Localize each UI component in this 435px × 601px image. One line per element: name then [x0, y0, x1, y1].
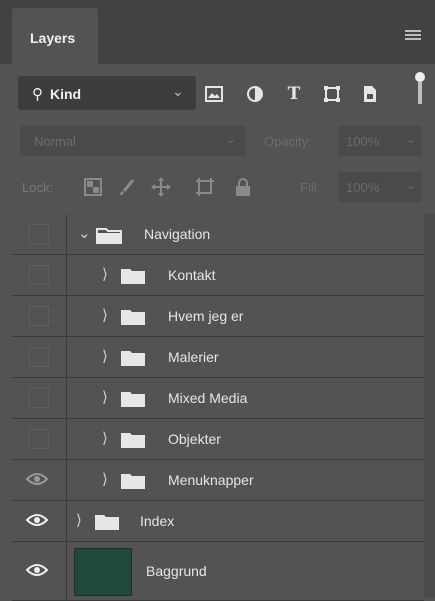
chevron-right-icon[interactable]: ⟩ [102, 470, 108, 488]
visibility-off-box [29, 306, 49, 326]
chevron-right-icon[interactable]: ⟩ [102, 265, 108, 283]
chevron-right-icon[interactable]: ⟩ [102, 306, 108, 324]
layer-row[interactable]: ⟩ Mixed Media [12, 378, 424, 419]
folder-icon [120, 349, 146, 367]
layer-row[interactable]: ⟩ Kontakt [12, 255, 424, 296]
layer-name: Index [140, 513, 175, 529]
lock-image-pixels-icon[interactable] [116, 176, 138, 198]
chevron-right-icon[interactable]: ⟩ [102, 429, 108, 447]
blend-mode-select[interactable]: Normal ⌄ [20, 126, 246, 156]
fill-value: 100% [346, 180, 380, 195]
layer-row[interactable]: ⌄ Navigation [12, 214, 424, 255]
lock-row: Lock: Fill: 100% ⌄ [0, 166, 435, 210]
opacity-label: Opacity: [264, 134, 312, 149]
type-filter-icon[interactable]: T [284, 84, 304, 104]
visibility-off-box [29, 429, 49, 449]
panel-menu-icon[interactable] [405, 30, 421, 40]
chevron-down-icon: ⌄ [405, 178, 416, 192]
eye-icon [26, 472, 48, 486]
lock-all-icon[interactable] [232, 176, 254, 198]
visibility-toggle[interactable] [12, 419, 67, 459]
tab-layers[interactable]: Layers [12, 8, 98, 64]
layer-name: Mixed Media [168, 390, 248, 406]
visibility-toggle[interactable] [12, 378, 67, 418]
eye-icon [26, 513, 48, 527]
eye-icon [26, 563, 48, 577]
visibility-toggle[interactable] [12, 460, 67, 500]
folder-icon [120, 472, 146, 490]
layer-filter-row: ⚲ Kind ⌄ T [12, 72, 435, 114]
layer-name: Menuknapper [168, 472, 254, 488]
fill-field[interactable]: 100% ⌄ [338, 172, 422, 202]
type-filter-glyph: T [287, 84, 301, 104]
lock-position-icon[interactable] [150, 176, 172, 198]
adjustment-filter-icon[interactable] [245, 84, 265, 104]
visibility-toggle[interactable] [12, 296, 67, 336]
smart-object-filter-icon[interactable] [360, 84, 380, 104]
visibility-off-box [29, 388, 49, 408]
filter-kind-label: Kind [50, 86, 82, 102]
filter-kind-select[interactable]: ⚲ Kind ⌄ [18, 76, 196, 110]
image-filter-icon[interactable] [204, 84, 224, 104]
folder-icon [120, 267, 146, 285]
folder-icon [120, 431, 146, 449]
folder-icon [94, 513, 120, 531]
chevron-down-icon: ⌄ [172, 83, 184, 99]
layer-name: Objekter [168, 431, 221, 447]
lock-transparency-icon[interactable] [82, 176, 104, 198]
visibility-toggle[interactable] [12, 501, 67, 541]
filter-toggle-knob [415, 72, 425, 82]
scrollbar[interactable] [424, 214, 435, 598]
layer-row[interactable]: ⟩ Hvem jeg er [12, 296, 424, 337]
chevron-down-icon[interactable]: ⌄ [78, 224, 91, 242]
visibility-off-box [29, 224, 49, 244]
layer-row[interactable]: ⟩ Menuknapper [12, 460, 424, 501]
lock-label: Lock: [22, 180, 54, 195]
opacity-value: 100% [346, 134, 380, 149]
layer-name: Kontakt [168, 267, 216, 283]
visibility-toggle[interactable] [12, 337, 67, 377]
layer-name: Navigation [144, 226, 211, 242]
lock-artboard-icon[interactable] [194, 176, 216, 198]
chevron-right-icon[interactable]: ⟩ [76, 511, 82, 529]
layer-row[interactable]: ⟩ Index [12, 501, 424, 542]
tab-layers-label: Layers [30, 30, 76, 46]
visibility-off-box [29, 347, 49, 367]
chevron-down-icon: ⌄ [405, 132, 416, 146]
visibility-toggle[interactable] [12, 542, 67, 600]
layer-name: Baggrund [146, 563, 207, 579]
visibility-toggle[interactable] [12, 214, 67, 254]
search-icon: ⚲ [32, 86, 43, 103]
panel-tab-bar: Layers [0, 0, 435, 64]
chevron-down-icon: ⌄ [225, 132, 236, 146]
blend-mode-value: Normal [34, 134, 76, 149]
blend-row: Normal ⌄ Opacity: 100% ⌄ [0, 122, 435, 162]
layer-thumbnail [74, 548, 132, 596]
chevron-right-icon[interactable]: ⟩ [102, 347, 108, 365]
chevron-right-icon[interactable]: ⟩ [102, 388, 108, 406]
visibility-toggle[interactable] [12, 255, 67, 295]
layers-panel: Layers ⚲ Kind ⌄ T Normal ⌄ Opacity: 100%… [0, 0, 435, 601]
layer-row[interactable]: Baggrund [12, 542, 424, 601]
folder-icon [96, 226, 122, 244]
opacity-field[interactable]: 100% ⌄ [338, 126, 422, 156]
layer-name: Hvem jeg er [168, 308, 244, 324]
layer-row[interactable]: ⟩ Malerier [12, 337, 424, 378]
filter-toggle-track [418, 82, 422, 104]
shape-filter-icon[interactable] [322, 84, 342, 104]
layer-row[interactable]: ⟩ Objekter [12, 419, 424, 460]
fill-label: Fill: [300, 180, 321, 195]
layers-list: ⌄ Navigation ⟩ Kontakt ⟩ Hvem jeg er ⟩ M… [12, 214, 424, 601]
folder-icon [120, 390, 146, 408]
layer-name: Malerier [168, 349, 219, 365]
visibility-off-box [29, 265, 49, 285]
folder-icon [120, 308, 146, 326]
